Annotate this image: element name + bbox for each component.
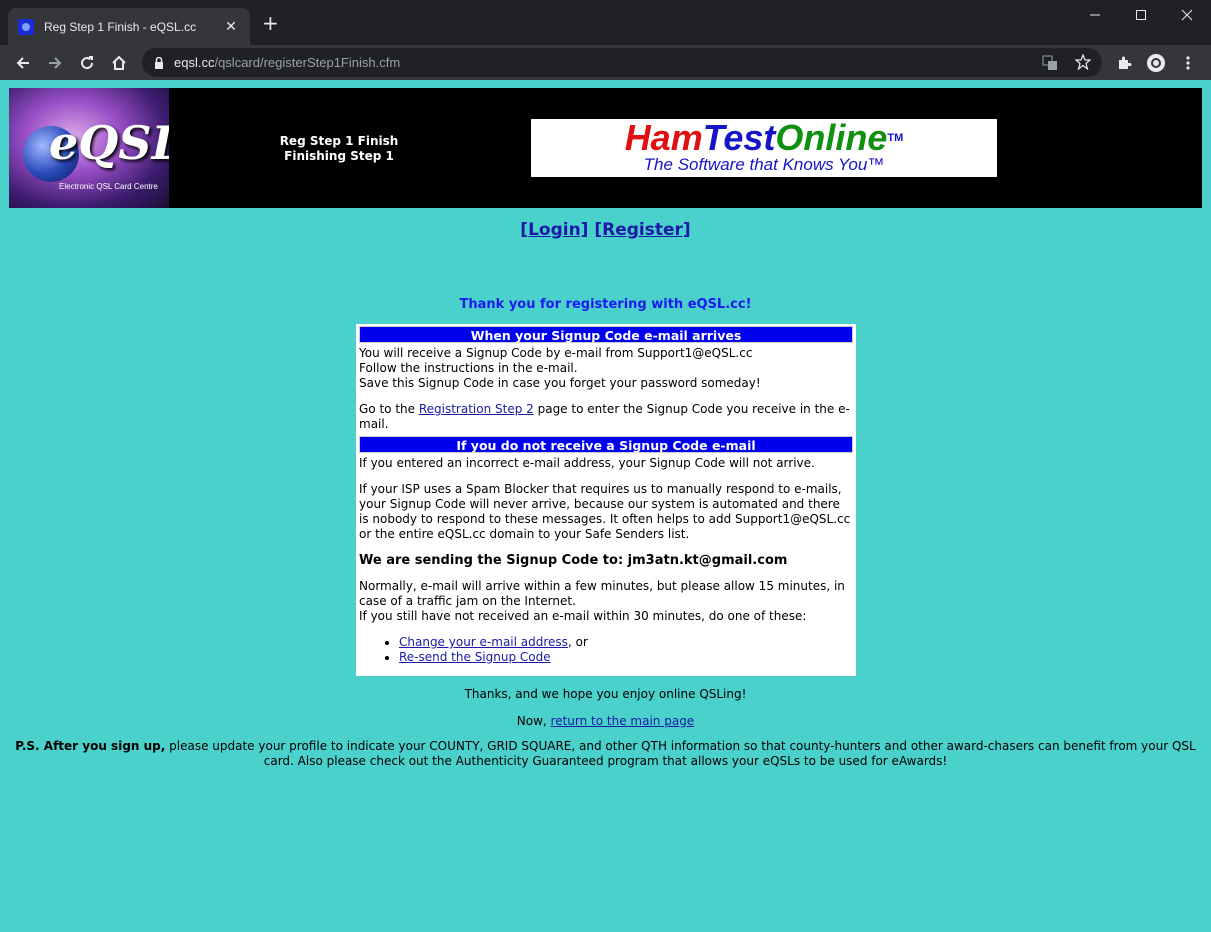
resend-code-link[interactable]: Re-send the Signup Code [399, 650, 551, 664]
bookmark-star-icon[interactable] [1074, 53, 1092, 74]
return-main-link[interactable]: return to the main page [551, 714, 695, 728]
home-icon[interactable] [107, 51, 131, 75]
maximize-icon[interactable] [1118, 0, 1164, 30]
register-link[interactable]: [Register] [594, 220, 690, 240]
info-line: You will receive a Signup Code by e-mail… [359, 346, 753, 360]
ps-note: P.S. After you sign up, please update yo… [9, 739, 1202, 769]
list-item: Change your e-mail address, or [399, 635, 853, 650]
change-email-link[interactable]: Change your e-mail address [399, 635, 568, 649]
info-line: Normally, e-mail will arrive within a fe… [359, 579, 845, 608]
forward-icon[interactable] [43, 51, 67, 75]
browser-tab[interactable]: Reg Step 1 Finish - eQSL.cc ✕ [8, 8, 250, 45]
url-host: eqsl.cc [174, 55, 215, 70]
section-arrives: You will receive a Signup Code by e-mail… [357, 343, 855, 432]
ad-test: Test [702, 117, 776, 158]
url-path: /qslcard/registerStep1Finish.cfm [214, 55, 401, 70]
menu-dots-icon[interactable] [1176, 51, 1200, 75]
info-line: Save this Signup Code in case you forget… [359, 376, 761, 390]
goto-step2-text: Go to the Registration Step 2 page to en… [359, 402, 850, 431]
eqsl-logo[interactable]: eQSL Electronic QSL Card Centre [9, 88, 169, 208]
ps-bold: P.S. After you sign up, [15, 739, 166, 753]
section-not-received: If you entered an incorrect e-mail addre… [357, 453, 855, 665]
logo-subtitle: Electronic QSL Card Centre [59, 182, 158, 191]
address-bar[interactable]: eqsl.cc /qslcard/registerStep1Finish.cfm [142, 48, 1102, 77]
options-list: Change your e-mail address, or Re-send t… [399, 635, 853, 665]
section-header-arrives: When your Signup Code e-mail arrives [359, 326, 853, 343]
tab-title: Reg Step 1 Finish - eQSL.cc [44, 19, 197, 34]
logo-text: eQSL [49, 116, 169, 170]
extensions-icon[interactable] [1112, 51, 1136, 75]
info-line: If you still have not received an e-mail… [359, 609, 807, 623]
title-line2: Finishing Step 1 [284, 149, 394, 163]
info-box: When your Signup Code e-mail arrives You… [356, 324, 856, 676]
favicon-icon [18, 18, 34, 35]
browser-tabbar: Reg Step 1 Finish - eQSL.cc ✕ + [0, 0, 1211, 45]
nav-links: [Login] [Register] [0, 220, 1211, 240]
close-tab-icon[interactable]: ✕ [222, 19, 240, 35]
section-header-not-received: If you do not receive a Signup Code e-ma… [359, 436, 853, 453]
ad-tm: TM [887, 132, 904, 144]
login-link[interactable]: [Login] [520, 220, 588, 240]
footer-thanks: Thanks, and we hope you enjoy online QSL… [464, 687, 747, 701]
ad-online: Online [775, 117, 888, 158]
spam-blocker-text: If your ISP uses a Spam Blocker that req… [359, 482, 851, 541]
profile-avatar-icon[interactable] [1144, 51, 1168, 75]
hamtestonline-ad[interactable]: HamTestOnlineTM The Software that Knows … [531, 119, 997, 177]
title-line1: Reg Step 1 Finish [279, 134, 399, 148]
reload-icon[interactable] [75, 51, 99, 75]
site-banner: eQSL Electronic QSL Card Centre Reg Step… [9, 88, 1202, 208]
info-line: Follow the instructions in the e-mail. [359, 361, 578, 375]
page-title: Reg Step 1 Finish Finishing Step 1 [239, 134, 439, 164]
registration-step2-link[interactable]: Registration Step 2 [419, 402, 534, 416]
sending-to-text: We are sending the Signup Code to: jm3at… [359, 553, 788, 568]
ad-subtitle: The Software that Knows You™ [643, 155, 885, 174]
close-window-icon[interactable] [1164, 0, 1210, 30]
ps-text: please update your profile to indicate y… [165, 739, 1196, 768]
ad-wordmark: HamTestOnlineTM [531, 120, 997, 156]
browser-toolbar: eqsl.cc /qslcard/registerStep1Finish.cfm [0, 45, 1211, 80]
lock-icon [154, 56, 164, 69]
back-icon[interactable] [11, 51, 35, 75]
minimize-icon[interactable] [1072, 0, 1118, 30]
info-line: If you entered an incorrect e-mail addre… [359, 456, 815, 470]
ad-ham: Ham [624, 117, 703, 158]
footer-return: Now, return to the main page [516, 714, 695, 728]
thanks-heading: Thank you for registering with eQSL.cc! [459, 297, 752, 312]
page-top-strip [0, 80, 1211, 88]
new-tab-icon[interactable]: + [262, 13, 279, 33]
translate-icon[interactable] [1042, 55, 1058, 75]
list-item: Re-send the Signup Code [399, 650, 853, 665]
